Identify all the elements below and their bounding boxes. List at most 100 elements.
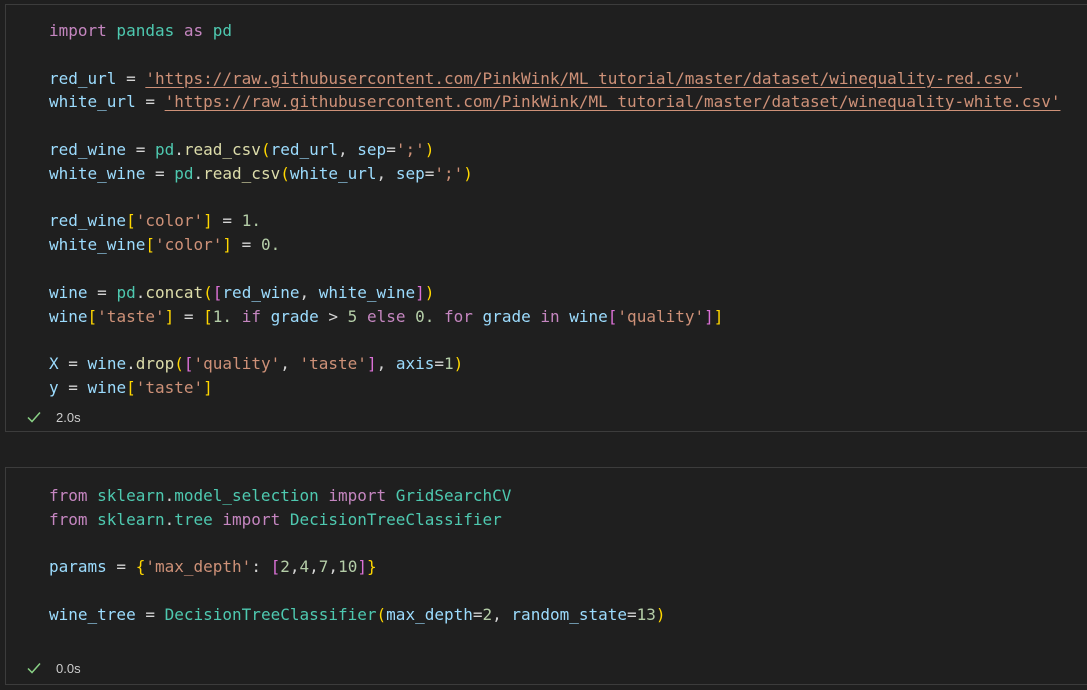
code-token: import — [222, 509, 281, 529]
code-token: ] — [366, 354, 377, 374]
code-token: sep — [395, 163, 425, 183]
code-token: model_selection — [174, 486, 329, 505]
code-token: : — [251, 557, 271, 577]
code-token: wine — [49, 306, 88, 326]
code-token: tree — [174, 509, 223, 529]
check-icon — [27, 412, 41, 423]
code-token: ) — [655, 604, 666, 624]
code-token: . — [164, 486, 175, 505]
code-line: wine['taste'] = [1. if grade > 5 else 0.… — [49, 305, 1060, 329]
code-token: y — [49, 377, 59, 397]
code-line: y = wine['taste'] — [49, 376, 1060, 400]
code-line: import pandas as pd — [49, 19, 1060, 43]
code-token: 10 — [338, 557, 358, 577]
code-token: wine — [49, 282, 88, 302]
code-token: ( — [376, 604, 387, 624]
code-token: ( — [260, 139, 271, 159]
execution-time: 0.0s — [56, 660, 81, 676]
code-token: wine_tree — [49, 604, 136, 624]
code-token: , — [376, 354, 396, 374]
code-token: white_wine — [318, 282, 416, 302]
code-token: wine — [569, 306, 608, 326]
code-token: 13 — [636, 604, 656, 624]
code-token: red_url — [49, 68, 117, 88]
code-token: = — [58, 354, 88, 374]
code-token: 2 — [482, 604, 493, 624]
code-token: = — [145, 163, 175, 183]
code-line: params = {'max_depth': [2,4,7,10]} — [49, 555, 666, 579]
code-token: 1. — [212, 306, 233, 326]
code-token: ( — [280, 163, 290, 183]
code-token: . — [174, 139, 184, 159]
code-token: ( — [203, 282, 213, 302]
code-line: wine = pd.concat([red_wine, white_wine]) — [49, 281, 1060, 305]
code-token: red_wine — [49, 139, 127, 159]
code-token: 'https://raw.githubusercontent.com/PinkW… — [145, 68, 1022, 88]
code-token: 5 — [347, 306, 358, 326]
code-editor[interactable]: import pandas as pd red_url = 'https://r… — [49, 19, 1060, 400]
code-token: [ — [87, 306, 98, 326]
code-token: = — [232, 235, 261, 255]
code-token: , — [328, 557, 339, 577]
code-token: for — [434, 306, 483, 326]
code-token: pd — [116, 282, 136, 302]
code-token: [ — [212, 282, 223, 302]
execution-time: 2.0s — [56, 409, 81, 425]
code-token: ] — [222, 235, 233, 255]
code-token: ] — [415, 282, 425, 302]
code-token: if — [232, 306, 271, 326]
code-token: drop — [135, 354, 175, 374]
code-token: else — [357, 306, 416, 326]
code-token: ';' — [395, 139, 425, 159]
code-token: 4 — [299, 557, 310, 577]
code-token: white_wine — [49, 235, 146, 255]
code-token: from — [49, 509, 88, 529]
code-token: = — [424, 163, 435, 183]
code-cell-2[interactable]: from sklearn.model_selection import Grid… — [5, 467, 1087, 685]
code-cell-1[interactable]: import pandas as pd red_url = 'https://r… — [5, 4, 1087, 432]
code-token: > — [318, 306, 348, 326]
code-token: , — [338, 139, 358, 159]
code-line: red_url = 'https://raw.githubusercontent… — [49, 67, 1060, 91]
code-token: concat — [145, 282, 204, 302]
code-token: ) — [424, 139, 435, 159]
code-token: = — [135, 604, 165, 624]
code-token: wine — [87, 377, 127, 397]
code-token: = — [212, 211, 242, 231]
code-token: X — [49, 354, 59, 374]
code-editor[interactable]: from sklearn.model_selection import Grid… — [49, 484, 666, 627]
code-token: 0. — [260, 235, 281, 255]
code-token: , — [309, 557, 319, 577]
code-token: params — [49, 557, 107, 577]
code-token: . — [135, 282, 146, 302]
code-token: ) — [453, 354, 464, 374]
code-token: [ — [607, 306, 618, 326]
code-token: in — [530, 306, 570, 326]
code-token: as — [183, 21, 204, 40]
code-token: 7 — [318, 557, 329, 577]
code-token: grade — [270, 306, 319, 326]
code-token: white_wine — [49, 163, 146, 183]
code-token: 'color' — [135, 211, 204, 231]
code-token: 'taste' — [135, 377, 204, 397]
code-token: 'quality' — [617, 306, 705, 326]
code-token: ] — [357, 557, 367, 577]
code-line: wine_tree = DecisionTreeClassifier(max_d… — [49, 603, 666, 627]
code-token: = — [135, 92, 165, 112]
code-line: red_wine = pd.read_csv(red_url, sep=';') — [49, 138, 1060, 162]
code-token: 'taste' — [97, 306, 165, 326]
code-line: red_wine['color'] = 1. — [49, 209, 1060, 233]
code-token: red_wine — [49, 211, 127, 231]
code-token: pd — [174, 163, 194, 183]
code-token: red_url — [270, 139, 339, 159]
code-token: 'quality' — [193, 354, 281, 374]
code-token: . — [193, 163, 204, 183]
code-token: white_url — [49, 92, 136, 112]
code-token: sep — [357, 139, 387, 159]
